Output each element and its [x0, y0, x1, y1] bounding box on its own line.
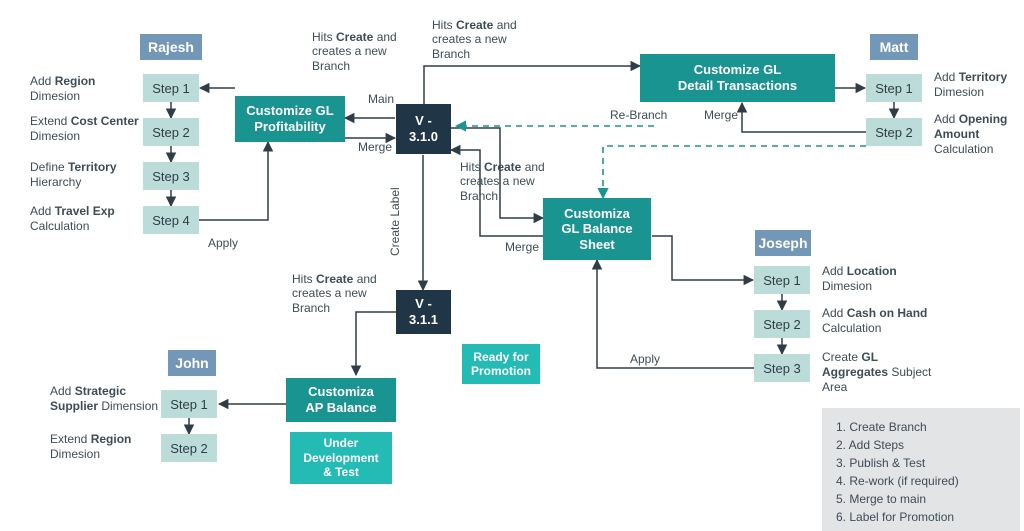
matt-step-2: Step 2 — [866, 118, 922, 146]
tag-under-development: Under Development & Test — [290, 432, 392, 484]
tag-ready-for-promotion: Ready for Promotion — [462, 344, 540, 384]
matt-step-1: Step 1 — [866, 74, 922, 102]
lbl-hits-create-3: Hits Create and creates a new Branch — [460, 160, 558, 203]
lbl-merge-3: Merge — [704, 108, 738, 122]
legend-4: 4. Re-work (if required) — [836, 472, 1006, 490]
note-john-2: Extend Region Dimesion — [50, 432, 160, 462]
lbl-main: Main — [368, 92, 394, 106]
branch-gl-profitability: Customize GL Profitability — [235, 96, 345, 142]
lbl-create-label: Create Label — [388, 187, 402, 256]
rajesh-step-2: Step 2 — [143, 118, 199, 146]
john-step-2: Step 2 — [161, 434, 217, 462]
john-step-1: Step 1 — [161, 390, 217, 418]
lbl-merge-2: Merge — [505, 240, 539, 254]
legend-2: 2. Add Steps — [836, 436, 1006, 454]
user-matt: Matt — [870, 34, 918, 60]
rajesh-step-4: Step 4 — [143, 206, 199, 234]
lbl-apply-2: Apply — [630, 352, 660, 366]
lbl-hits-create-4: Hits Create and creates a new Branch — [292, 272, 390, 315]
rajesh-step-3: Step 3 — [143, 162, 199, 190]
legend-1: 1. Create Branch — [836, 418, 1006, 436]
user-rajesh: Rajesh — [140, 34, 202, 60]
note-joseph-3: Create GL Aggregates Subject Area — [822, 350, 932, 395]
note-rajesh-4: Add Travel Exp Calculation — [30, 204, 140, 234]
version-3-1-0: V - 3.1.0 — [396, 104, 451, 154]
note-joseph-2: Add Cash on Hand Calculation — [822, 306, 932, 336]
branch-gl-balance-sheet: Customiza GL Balance Sheet — [543, 198, 651, 260]
legend-box: 1. Create Branch 2. Add Steps 3. Publish… — [822, 408, 1020, 531]
user-john: John — [168, 350, 216, 376]
version-3-1-1: V - 3.1.1 — [396, 290, 451, 334]
note-matt-2: Add Opening Amount Calculation — [934, 112, 1024, 157]
note-rajesh-1: Add Region Dimesion — [30, 74, 140, 104]
branch-ap-balance: Customiza AP Balance — [286, 378, 396, 422]
legend-3: 3. Publish & Test — [836, 454, 1006, 472]
legend-5: 5. Merge to main — [836, 490, 1006, 508]
user-joseph: Joseph — [755, 230, 811, 256]
lbl-hits-create-2: Hits Create and creates a new Branch — [432, 18, 530, 61]
lbl-hits-create-1: Hits Create and creates a new Branch — [312, 30, 410, 73]
legend-6: 6. Label for Promotion — [836, 508, 1006, 526]
note-rajesh-2: Extend Cost Center Dimesion — [30, 114, 140, 144]
lbl-rebranch: Re-Branch — [610, 108, 667, 122]
branch-gl-detail-transactions: Customize GL Detail Transactions — [640, 54, 835, 102]
diagram-canvas: Rajesh Step 1 Step 2 Step 3 Step 4 Add R… — [0, 0, 1024, 531]
lbl-merge-1: Merge — [358, 140, 392, 154]
joseph-step-1: Step 1 — [754, 266, 810, 294]
rajesh-step-1: Step 1 — [143, 74, 199, 102]
joseph-step-3: Step 3 — [754, 354, 810, 382]
lbl-apply-1: Apply — [208, 236, 238, 250]
note-matt-1: Add Territory Dimesion — [934, 70, 1024, 100]
note-rajesh-3: Define Territory Hierarchy — [30, 160, 140, 190]
joseph-step-2: Step 2 — [754, 310, 810, 338]
note-joseph-1: Add Location Dimesion — [822, 264, 932, 294]
note-john-1: Add Strategic Supplier Dimension — [50, 384, 160, 414]
